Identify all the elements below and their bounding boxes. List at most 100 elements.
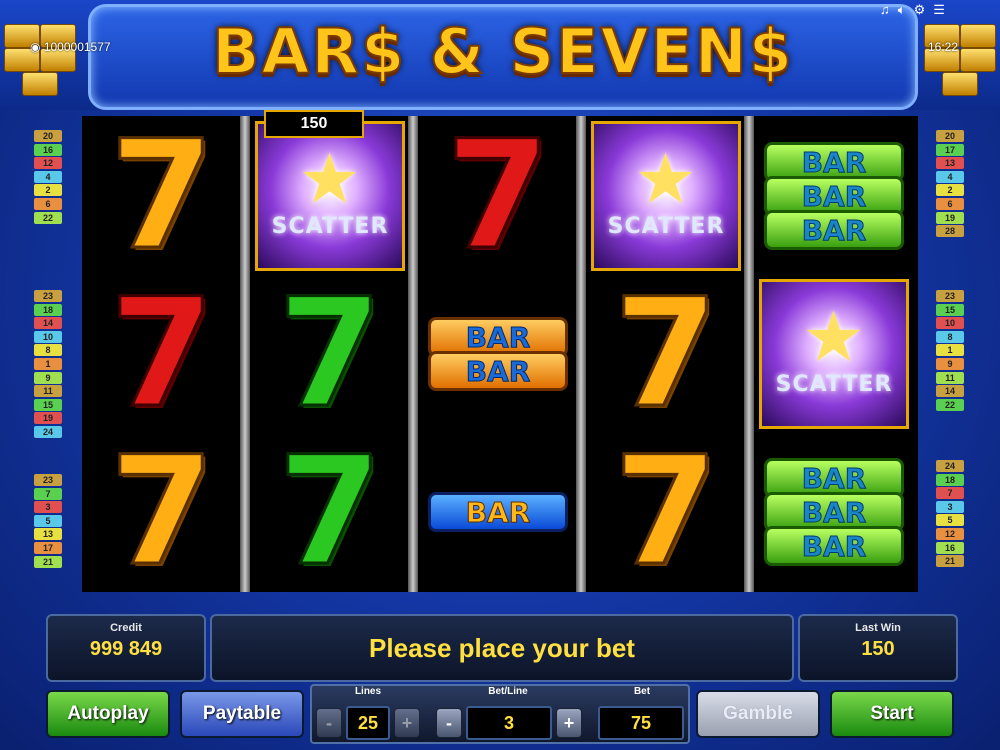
scatter-symbol: ★ SCATTER — [255, 121, 405, 271]
seven-symbol: 7 — [108, 267, 215, 441]
gold-bars-decoration-left — [0, 18, 84, 96]
payline-indicator[interactable]: 17 — [34, 541, 62, 554]
scatter-symbol: ★ SCATTER — [591, 121, 741, 271]
payline-indicator[interactable]: 12 — [34, 157, 62, 170]
payline-indicator[interactable]: 21 — [936, 555, 964, 568]
system-icons: ♫ 🔈︎ ⚙︎ ☰ — [880, 2, 1000, 18]
gamble-button[interactable]: Gamble — [696, 690, 820, 738]
payline-indicator[interactable]: 2 — [936, 184, 964, 197]
clock: 16:22 — [928, 40, 959, 54]
sound-icon[interactable]: 🔈︎ — [898, 2, 906, 18]
lines-value: 25 — [346, 706, 390, 740]
lines-decrease-button[interactable]: - — [316, 708, 342, 738]
payline-indicator[interactable]: 28 — [936, 225, 964, 238]
last-win-value: 150 — [861, 638, 895, 660]
credits-readout-value: 1000001577 — [43, 40, 111, 54]
payline-indicator[interactable]: 23 — [34, 290, 62, 302]
last-win-panel: Last Win 150 — [798, 614, 958, 682]
reel4-symbol-middle: 7 — [588, 278, 744, 431]
payline-indicator[interactable]: 6 — [34, 197, 62, 210]
reel2-symbol-middle: 7 — [252, 267, 408, 441]
payline-indicator[interactable]: 10 — [936, 317, 964, 330]
payline-indicator[interactable]: 9 — [34, 371, 62, 384]
paytable-button[interactable]: Paytable — [180, 690, 304, 738]
reel5-symbol-top: BAR BAR BAR — [756, 120, 912, 272]
payline-indicator[interactable]: 13 — [936, 157, 964, 170]
payline-indicator[interactable]: 22 — [34, 211, 62, 224]
settings-icon[interactable]: ⚙︎ — [914, 2, 926, 18]
message-panel: Please place your bet — [210, 614, 794, 682]
payline-indicator[interactable]: 21 — [34, 555, 62, 568]
autoplay-button[interactable]: Autoplay — [46, 690, 170, 738]
payline-indicator[interactable]: 24 — [34, 425, 62, 438]
reel-divider — [744, 116, 754, 592]
payline-indicator[interactable]: 11 — [936, 371, 964, 384]
payline-indicator[interactable]: 1 — [34, 357, 62, 370]
payline-indicator[interactable]: 8 — [936, 330, 964, 343]
payline-indicator[interactable]: 2 — [34, 184, 62, 197]
payline-indicator[interactable]: 5 — [34, 514, 62, 527]
payline-indicator[interactable]: 7 — [34, 487, 62, 500]
payline-indicator[interactable]: 4 — [34, 170, 62, 183]
payline-indicator[interactable]: 1 — [936, 344, 964, 357]
lines-label: Lines — [354, 686, 382, 697]
payline-indicator[interactable]: 22 — [936, 398, 964, 411]
credit-value: 999 849 — [89, 638, 163, 660]
reel-divider — [576, 116, 586, 592]
payline-indicator[interactable]: 13 — [34, 528, 62, 541]
reel4-symbol-top: ★ SCATTER — [588, 120, 744, 272]
reel5-symbol-middle: ★ SCATTER — [756, 278, 912, 430]
payline-indicator[interactable]: 10 — [34, 330, 62, 343]
payline-indicator[interactable]: 7 — [936, 487, 964, 500]
bet-line-label: Bet/Line — [488, 686, 528, 697]
star-icon: ★ — [802, 296, 866, 378]
bet-value: 75 — [598, 706, 684, 740]
payline-indicator[interactable]: 19 — [936, 211, 964, 224]
payline-indicators-right-bottom: 24 18 7 3 5 12 16 21 — [936, 460, 964, 569]
payline-indicator[interactable]: 14 — [936, 385, 964, 398]
payline-indicators-right-top: 20 17 13 4 2 6 19 28 — [936, 130, 964, 239]
payline-indicator[interactable]: 11 — [34, 385, 62, 398]
payline-indicator[interactable]: 20 — [936, 130, 964, 142]
reel2-symbol-top: ★ SCATTER — [252, 120, 408, 272]
payline-indicator[interactable]: 16 — [34, 143, 62, 156]
lines-increase-button[interactable]: + — [394, 708, 420, 738]
payline-indicator[interactable]: 9 — [936, 357, 964, 370]
payline-indicator[interactable]: 15 — [936, 303, 964, 316]
payline-indicator[interactable]: 23 — [936, 290, 964, 302]
payline-indicator[interactable]: 6 — [936, 197, 964, 210]
payline-indicator[interactable]: 3 — [936, 500, 964, 513]
game-logo-frame: BAR$ & SEVEN$ — [88, 4, 918, 110]
scatter-label: SCATTER — [607, 214, 725, 239]
triple-bar-symbol: BAR — [764, 210, 904, 250]
payline-indicator[interactable]: 16 — [936, 541, 964, 554]
payline-indicator[interactable]: 5 — [936, 514, 964, 527]
seven-symbol: 7 — [444, 109, 551, 283]
payline-indicator[interactable]: 23 — [34, 474, 62, 486]
music-icon[interactable]: ♫ — [880, 2, 890, 18]
last-win-label: Last Win — [855, 622, 901, 634]
game-title: BAR$ & SEVEN$ — [211, 14, 794, 89]
payline-indicator[interactable]: 17 — [936, 143, 964, 156]
payline-indicator[interactable]: 4 — [936, 170, 964, 183]
bet-line-increase-button[interactable]: + — [556, 708, 582, 738]
payline-indicator[interactable]: 18 — [936, 473, 964, 486]
seven-symbol: 7 — [276, 267, 383, 441]
reel4-symbol-bottom: 7 — [588, 436, 744, 589]
payline-indicator[interactable]: 15 — [34, 398, 62, 411]
menu-icon[interactable]: ☰ — [933, 2, 945, 18]
reel1-symbol-middle: 7 — [84, 267, 240, 441]
payline-indicator[interactable]: 8 — [34, 344, 62, 357]
payline-indicator[interactable]: 14 — [34, 317, 62, 330]
payline-indicator[interactable]: 3 — [34, 501, 62, 514]
payline-indicator[interactable]: 20 — [34, 130, 62, 142]
payline-indicator[interactable]: 18 — [34, 303, 62, 316]
credit-label: Credit — [110, 622, 142, 634]
start-button[interactable]: Start — [830, 690, 954, 738]
payline-indicator[interactable]: 19 — [34, 412, 62, 425]
scatter-label: SCATTER — [271, 214, 389, 239]
bet-line-decrease-button[interactable]: - — [436, 708, 462, 738]
payline-indicator[interactable]: 12 — [936, 527, 964, 540]
seven-symbol: 7 — [108, 425, 215, 599]
payline-indicator[interactable]: 24 — [936, 460, 964, 472]
